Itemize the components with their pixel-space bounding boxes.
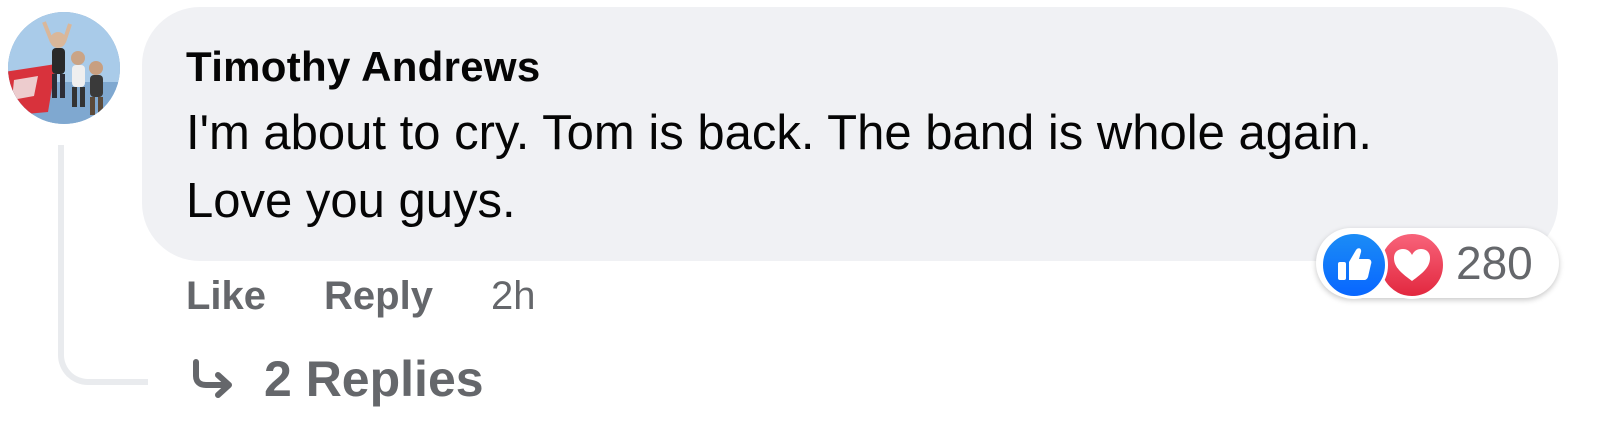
thread-connector-line (58, 145, 148, 385)
like-button[interactable]: Like (186, 274, 266, 319)
comment-actions: Like Reply 2h (186, 266, 535, 326)
avatar-photo (8, 12, 120, 124)
comment-text-line: I'm about to cry. Tom is back. The band … (186, 106, 1372, 160)
comment-text-line: Love you guys. (186, 174, 516, 228)
comment-timestamp[interactable]: 2h (491, 274, 536, 319)
reaction-count: 280 (1456, 237, 1533, 289)
like-icon (1320, 231, 1388, 299)
reply-arrow-icon (193, 359, 232, 398)
view-replies-button[interactable]: 2 Replies (186, 346, 484, 412)
comment-bubble: Timothy Andrews I'm about to cry. Tom is… (142, 7, 1558, 261)
comment-author[interactable]: Timothy Andrews (186, 37, 1516, 97)
comment-thread: Timothy Andrews I'm about to cry. Tom is… (0, 0, 1622, 436)
reactions-summary[interactable]: 280 (1316, 228, 1559, 299)
comment-text: I'm about to cry. Tom is back. The band … (186, 99, 1516, 235)
love-icon (1378, 231, 1446, 299)
reply-button[interactable]: Reply (324, 274, 433, 319)
avatar[interactable] (8, 12, 120, 124)
replies-count-label: 2 Replies (264, 351, 484, 407)
